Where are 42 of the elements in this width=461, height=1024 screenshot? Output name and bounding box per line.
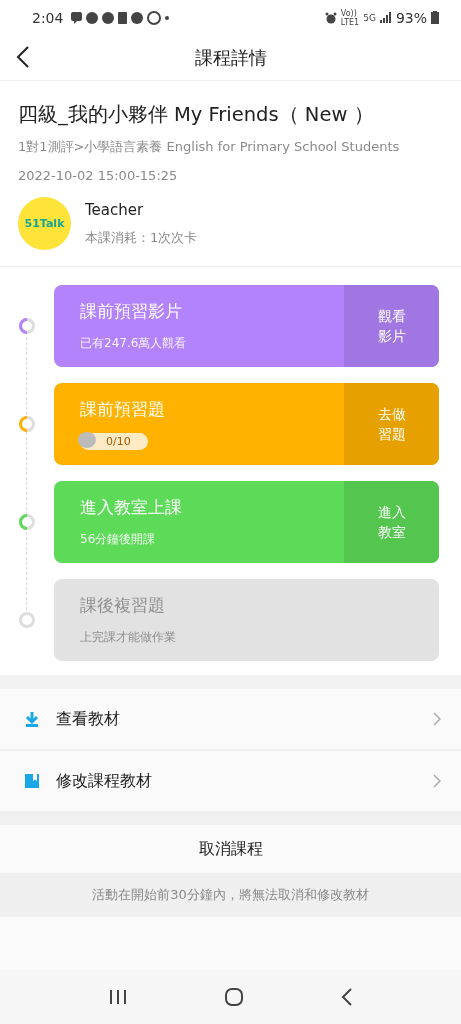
course-datetime: 2022-10-02 15:00-15:25: [18, 168, 179, 183]
battery-percent: 93%: [395, 9, 427, 26]
teacher-avatar: 51Talk: [18, 197, 71, 250]
step-card[interactable]: 課前預習題 0/10 去做習題: [54, 383, 439, 465]
chevron-right-icon: [433, 712, 441, 726]
step-card[interactable]: 進入教室上課 56分鐘後開課 進入教室: [54, 481, 439, 563]
volte-label: Vo)): [340, 8, 358, 18]
menu-label: 查看教材: [56, 708, 121, 730]
step-subtitle: 已有247.6萬人觀看: [80, 335, 188, 352]
step-title: 課前預習題: [80, 398, 166, 421]
course-title: 四級_我的小夥伴 My Friends（ New ）: [18, 102, 375, 128]
cancel-notice: 活動在開始前30分鐘內，將無法取消和修改教材: [0, 873, 461, 917]
recent-apps-icon[interactable]: [108, 989, 127, 1005]
step-card[interactable]: 課前預習影片 已有247.6萬人觀看 觀看影片: [54, 285, 439, 367]
battery-icon: [431, 11, 439, 24]
step-action-button[interactable]: 觀看影片: [344, 285, 439, 367]
step-title: 課後複習題: [80, 594, 166, 617]
home-icon[interactable]: [223, 987, 244, 1007]
message-icon: [71, 11, 83, 24]
course-category: 1對1測評>小學語言素養 English for Primary School Students: [18, 138, 401, 156]
step-title: 進入教室上課: [80, 496, 183, 519]
step-action-button[interactable]: 進入教室: [344, 481, 439, 563]
status-time: 2:04: [32, 9, 64, 26]
back-icon: [16, 46, 30, 68]
lesson-cost: 本課消耗：1次次卡: [85, 228, 198, 247]
progress-text: 0/10: [106, 435, 131, 448]
step-subtitle: 56分鐘後開課: [80, 531, 157, 548]
book-icon: [24, 773, 40, 789]
back-nav-icon[interactable]: [340, 988, 353, 1006]
lte-label: LTE1: [340, 17, 360, 27]
page-title: 課程詳情: [194, 45, 267, 70]
step-subtitle: 上完課才能做作業: [80, 629, 177, 646]
network-label: 5G: [363, 12, 376, 23]
step-action-button[interactable]: 去做習題: [344, 383, 439, 465]
menu-label: 修改課程教材: [56, 770, 153, 792]
dot-icon: [165, 15, 170, 20]
signal-icon: [379, 12, 392, 23]
chevron-right-icon: [433, 774, 441, 788]
download-icon: [24, 711, 40, 727]
teacher-name: Teacher: [85, 200, 145, 219]
step-title: 課前預習影片: [80, 300, 183, 323]
bean-icon: [77, 430, 97, 450]
